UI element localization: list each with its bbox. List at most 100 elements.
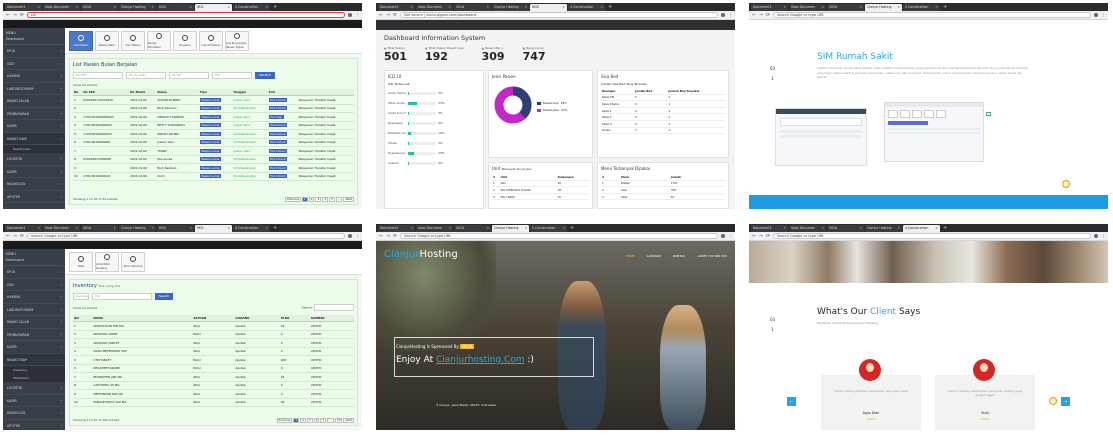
- toolbar-button[interactable]: List All Pasien: [199, 31, 223, 51]
- sidebar-item[interactable]: EP10 ›: [3, 266, 65, 279]
- pagination-button[interactable]: 1: [301, 197, 308, 202]
- table-row[interactable]: 7 IBUPROFEN 400 MG Strip Apotek 24 APOTIK: [73, 372, 354, 382]
- forward-icon[interactable]: →: [759, 234, 763, 239]
- browser-tab[interactable]: 4 Construction ×: [903, 4, 940, 11]
- sidebar-item[interactable]: KASIR ›: [3, 395, 65, 407]
- sidebar-item[interactable]: GIZI ›: [3, 58, 65, 70]
- pagination-button[interactable]: Next: [343, 197, 354, 202]
- tab-close-icon[interactable]: ×: [935, 225, 938, 232]
- sidebar-item[interactable]: RADIOLOGI ›: [3, 407, 65, 420]
- browser-tab[interactable]: Document1 ×: [751, 4, 788, 11]
- poli-select[interactable]: Poli: [212, 72, 252, 79]
- tab-close-icon[interactable]: ×: [783, 4, 786, 11]
- table-row[interactable]: 3 ANTASIDA TABLET Strip Apotek 0 APOTIK: [73, 338, 354, 348]
- browser-tab[interactable]: Cianjur Hosting ×: [492, 4, 529, 11]
- browser-tab[interactable]: HDS ×: [530, 4, 567, 11]
- sidebar-subitem[interactable]: Inventory: [3, 366, 65, 374]
- toolbar-button[interactable]: Pasien Baru: [95, 31, 119, 51]
- new-tab-icon[interactable]: +: [943, 4, 947, 11]
- table-row[interactable]: 10 1701/0019000010 2021-01-06 Zuhri Pasien L…: [73, 172, 354, 181]
- browser-tab[interactable]: Saas Documen ×: [416, 225, 453, 232]
- sidebar-item[interactable]: KASIR ›: [3, 166, 65, 178]
- pagination-button[interactable]: 3: [315, 197, 322, 202]
- table-row[interactable]: 9 2021-01-06 Budi Santoso Pasien Lama 3/24/K…: [73, 163, 354, 173]
- browser-tab[interactable]: Cianjur Hosting ×: [865, 4, 902, 11]
- carousel-next-button[interactable]: →: [1061, 397, 1070, 406]
- toolbar-button[interactable]: Stok: [69, 252, 93, 272]
- url-input[interactable]: Search Google or type URL: [27, 233, 345, 239]
- new-tab-icon[interactable]: +: [570, 225, 574, 232]
- browser-tab[interactable]: Document1 ×: [378, 225, 415, 232]
- menu-icon[interactable]: ⋮: [728, 13, 733, 18]
- sidebar-item[interactable]: RAWAT JALAN ›: [3, 95, 65, 108]
- browser-tab[interactable]: GIGA ×: [81, 4, 118, 11]
- table-row[interactable]: 4 ASAM MEFENAMAT 500 Strip Apotek 0 APOTIK: [73, 347, 354, 356]
- pagination-button[interactable]: Next: [343, 418, 354, 423]
- sidebar-dashboard-link[interactable]: Dashboard: [6, 37, 62, 41]
- browser-tab[interactable]: 4 Construction ×: [903, 225, 940, 232]
- table-row[interactable]: 5 CTM TABLET Botol Apotek 200 APOTIK: [73, 355, 354, 365]
- sidebar-item[interactable]: LABORATORIUM ›: [3, 83, 65, 95]
- menu-icon[interactable]: ⋮: [1101, 234, 1106, 239]
- tab-close-icon[interactable]: ×: [113, 225, 116, 232]
- tab-close-icon[interactable]: ×: [37, 225, 40, 232]
- sidebar-item[interactable]: RAWAT INAP ›: [3, 353, 65, 366]
- profile-icon[interactable]: [1094, 234, 1098, 238]
- nav-layanan[interactable]: LAYANAN: [647, 254, 661, 258]
- tab-close-icon[interactable]: ×: [897, 225, 900, 232]
- reload-icon[interactable]: ⟳: [393, 13, 397, 18]
- profile-icon[interactable]: [721, 234, 725, 238]
- sponsor-badge[interactable]: GIGA: [460, 344, 475, 349]
- pagination-button[interactable]: ...: [327, 418, 334, 423]
- table-row[interactable]: 3 1703/023450000003 2021-01-06 DENOIO TUGIM…: [73, 112, 354, 122]
- sidebar-item[interactable]: RADIOLOGI ›: [3, 178, 65, 191]
- browser-tab[interactable]: Saas Documen ×: [416, 4, 453, 11]
- tab-close-icon[interactable]: ×: [113, 4, 116, 11]
- pagination-button[interactable]: Previous: [285, 197, 301, 202]
- table-row[interactable]: 6 1701/0016000006 2021-01-06 pasien baru Pas…: [73, 138, 354, 147]
- back-icon[interactable]: ←: [379, 234, 383, 239]
- nav-kontak[interactable]: KONTAK: [673, 254, 685, 258]
- poli-select[interactable]: Poli: [92, 293, 152, 300]
- tab-close-icon[interactable]: ×: [227, 225, 230, 232]
- browser-tab[interactable]: HDS ×: [157, 225, 194, 232]
- profile-icon[interactable]: [348, 13, 352, 17]
- nav-home[interactable]: HOME: [626, 254, 635, 258]
- profile-icon[interactable]: [1094, 13, 1098, 17]
- tab-close-icon[interactable]: ×: [562, 4, 565, 11]
- tab-close-icon[interactable]: ×: [448, 4, 451, 11]
- table-row[interactable]: 2 2021-01-06 Budi Santoso Pasien Lama 3/24/K…: [73, 104, 354, 113]
- table-search[interactable]: Search:: [302, 304, 354, 311]
- sidebar-item[interactable]: LABORATORIUM ›: [3, 304, 65, 316]
- sidebar-item[interactable]: RAWAT INAP ›: [3, 132, 65, 145]
- browser-tab[interactable]: GIGA ×: [827, 4, 864, 11]
- new-tab-icon[interactable]: +: [273, 4, 277, 11]
- tab-close-icon[interactable]: ×: [821, 4, 824, 11]
- forward-icon[interactable]: →: [13, 13, 17, 18]
- browser-tab[interactable]: Saas Documen ×: [789, 225, 826, 232]
- tab-close-icon[interactable]: ×: [486, 225, 489, 232]
- back-icon[interactable]: ←: [379, 13, 383, 18]
- menu-icon[interactable]: ⋮: [355, 13, 360, 18]
- sidebar-item[interactable]: LOGISTIK ›: [3, 153, 65, 166]
- reload-icon[interactable]: ⟳: [766, 13, 770, 18]
- browser-tab[interactable]: 4 Construction ×: [530, 225, 567, 232]
- forward-icon[interactable]: →: [13, 234, 17, 239]
- scroll-to-top-icon[interactable]: [1049, 397, 1057, 405]
- toolbar-button[interactable]: Lihat Stok Gudang: [95, 252, 119, 272]
- pagination-button[interactable]: Previous: [276, 418, 293, 423]
- pagination-button[interactable]: 20: [334, 418, 343, 423]
- reload-icon[interactable]: ⟳: [20, 13, 24, 18]
- site-logo[interactable]: CianjurHosting: [384, 249, 458, 260]
- table-row[interactable]: 1 0301R00710521000 2021-01-05 SUKARTIN BINT…: [73, 95, 354, 105]
- table-row[interactable]: 10 PARACETAMOL 500 MG Strip Apotek 26 APOTIK: [73, 398, 354, 407]
- toolbar-button[interactable]: Stok Opname: [121, 252, 145, 272]
- scroll-to-top-icon[interactable]: [1062, 180, 1070, 188]
- back-icon[interactable]: ←: [752, 234, 756, 239]
- tab-close-icon[interactable]: ×: [227, 4, 230, 11]
- reload-icon[interactable]: ⟳: [20, 234, 24, 239]
- url-input[interactable]: Search Google or type URL: [773, 233, 1091, 239]
- back-icon[interactable]: ←: [752, 13, 756, 18]
- search-button[interactable]: Search: [155, 293, 174, 300]
- browser-tab[interactable]: Cianjur Hosting ×: [865, 225, 902, 232]
